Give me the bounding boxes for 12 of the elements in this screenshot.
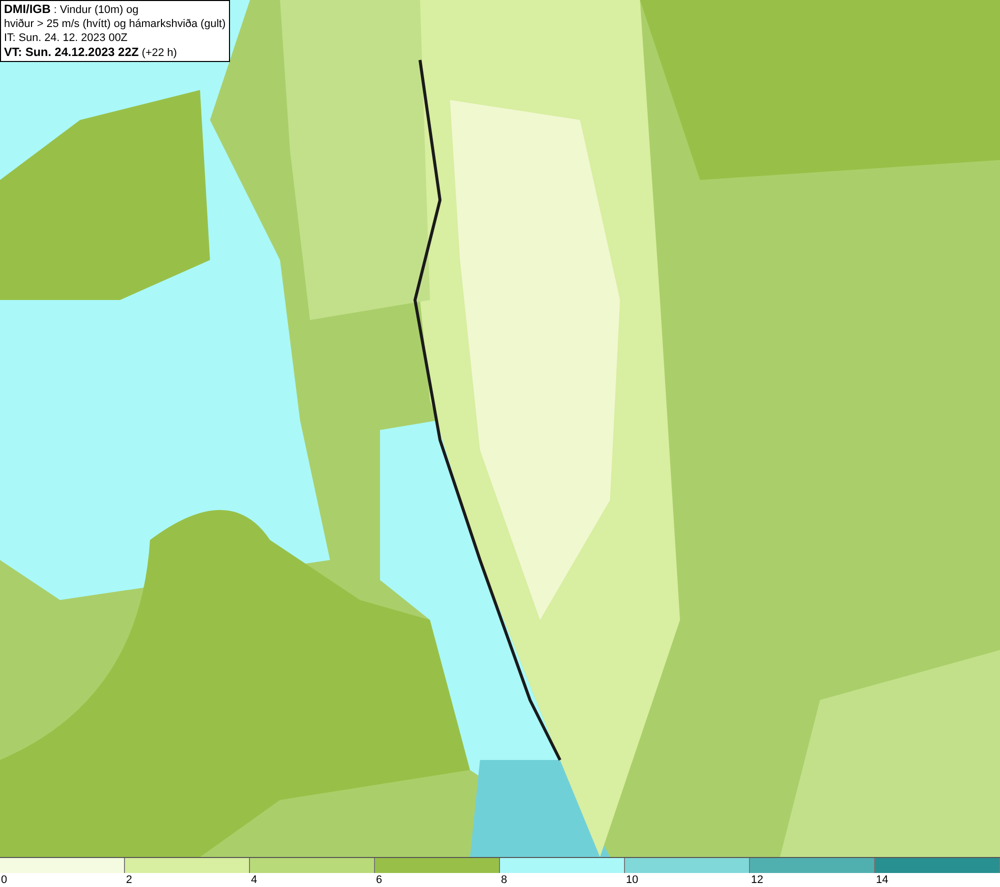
legend-label: 8 xyxy=(500,874,508,886)
legend-label: 4 xyxy=(250,874,258,886)
title-line: DMI/IGB : Vindur (10m) og xyxy=(4,2,140,17)
legend-label: 2 xyxy=(125,874,132,886)
title-line: hviður > 25 m/s (hvítt) og hámarkshviða (gult) xyxy=(4,17,226,31)
title-line: VT: Sun. 24.12.2023 22Z (+22 h) xyxy=(4,45,178,60)
legend-label: 14 xyxy=(875,874,888,886)
legend-label: 0 xyxy=(0,874,8,886)
legend-label: 10 xyxy=(625,874,638,886)
legend-label: 6 xyxy=(375,874,382,886)
title-line: IT: Sun. 24. 12. 2023 00Z xyxy=(4,31,129,45)
legend-label: 12 xyxy=(750,874,764,886)
